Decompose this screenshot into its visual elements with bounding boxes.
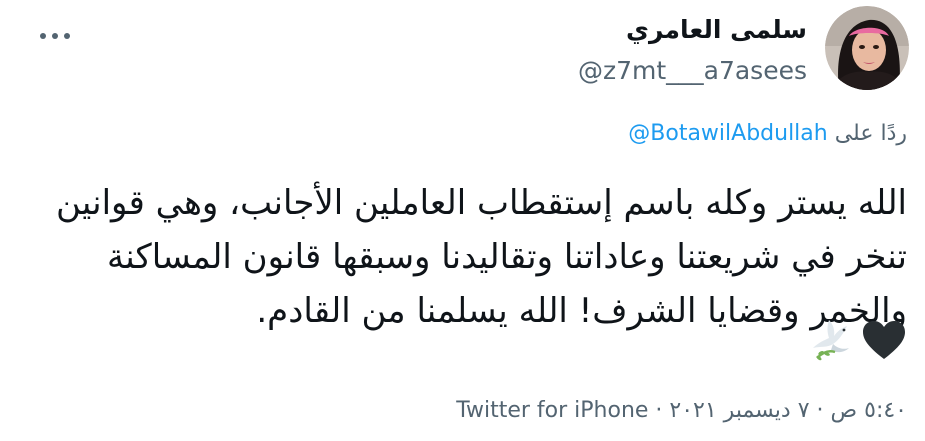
tweet-emojis [807, 316, 907, 366]
meta-separator: · [809, 398, 831, 423]
avatar[interactable] [825, 6, 909, 90]
author-handle[interactable]: @z7mt___a7asees [578, 52, 807, 90]
replying-to-label: ردًا على [827, 121, 907, 146]
tweet-time[interactable]: ٥:٤٠ ص [831, 398, 907, 423]
meta-separator: · [648, 398, 670, 423]
replying-to-mention-link[interactable]: BotawilAbdullah@ [628, 121, 827, 146]
tweet-card: سلمى العامري @z7mt___a7asees ردًا على Bo… [0, 0, 925, 441]
more-horizontal-icon-dot [52, 33, 58, 39]
author-display-name[interactable]: سلمى العامري [578, 12, 807, 48]
tweet-text: الله يستر وكله باسم إستقطاب العاملين الأ… [55, 183, 907, 331]
replying-to-line: ردًا على BotawilAbdullah@ [628, 118, 907, 150]
more-horizontal-icon-dot [64, 33, 70, 39]
tweet-source[interactable]: Twitter for iPhone [456, 398, 648, 423]
tweet-date[interactable]: ٧ ديسمبر ٢٠٢١ [669, 398, 809, 423]
more-options-button[interactable] [36, 26, 76, 46]
avatar-photo [825, 6, 909, 90]
tweet-metadata: ٥:٤٠ ص · ٧ ديسمبر ٢٠٢١ · Twitter for iPh… [456, 396, 907, 426]
black-heart-emoji [863, 321, 905, 359]
tweet-header: سلمى العامري @z7mt___a7asees [16, 6, 909, 92]
more-horizontal-icon [40, 33, 46, 39]
dove-emoji [813, 320, 849, 361]
author-names: سلمى العامري @z7mt___a7asees [578, 12, 807, 90]
